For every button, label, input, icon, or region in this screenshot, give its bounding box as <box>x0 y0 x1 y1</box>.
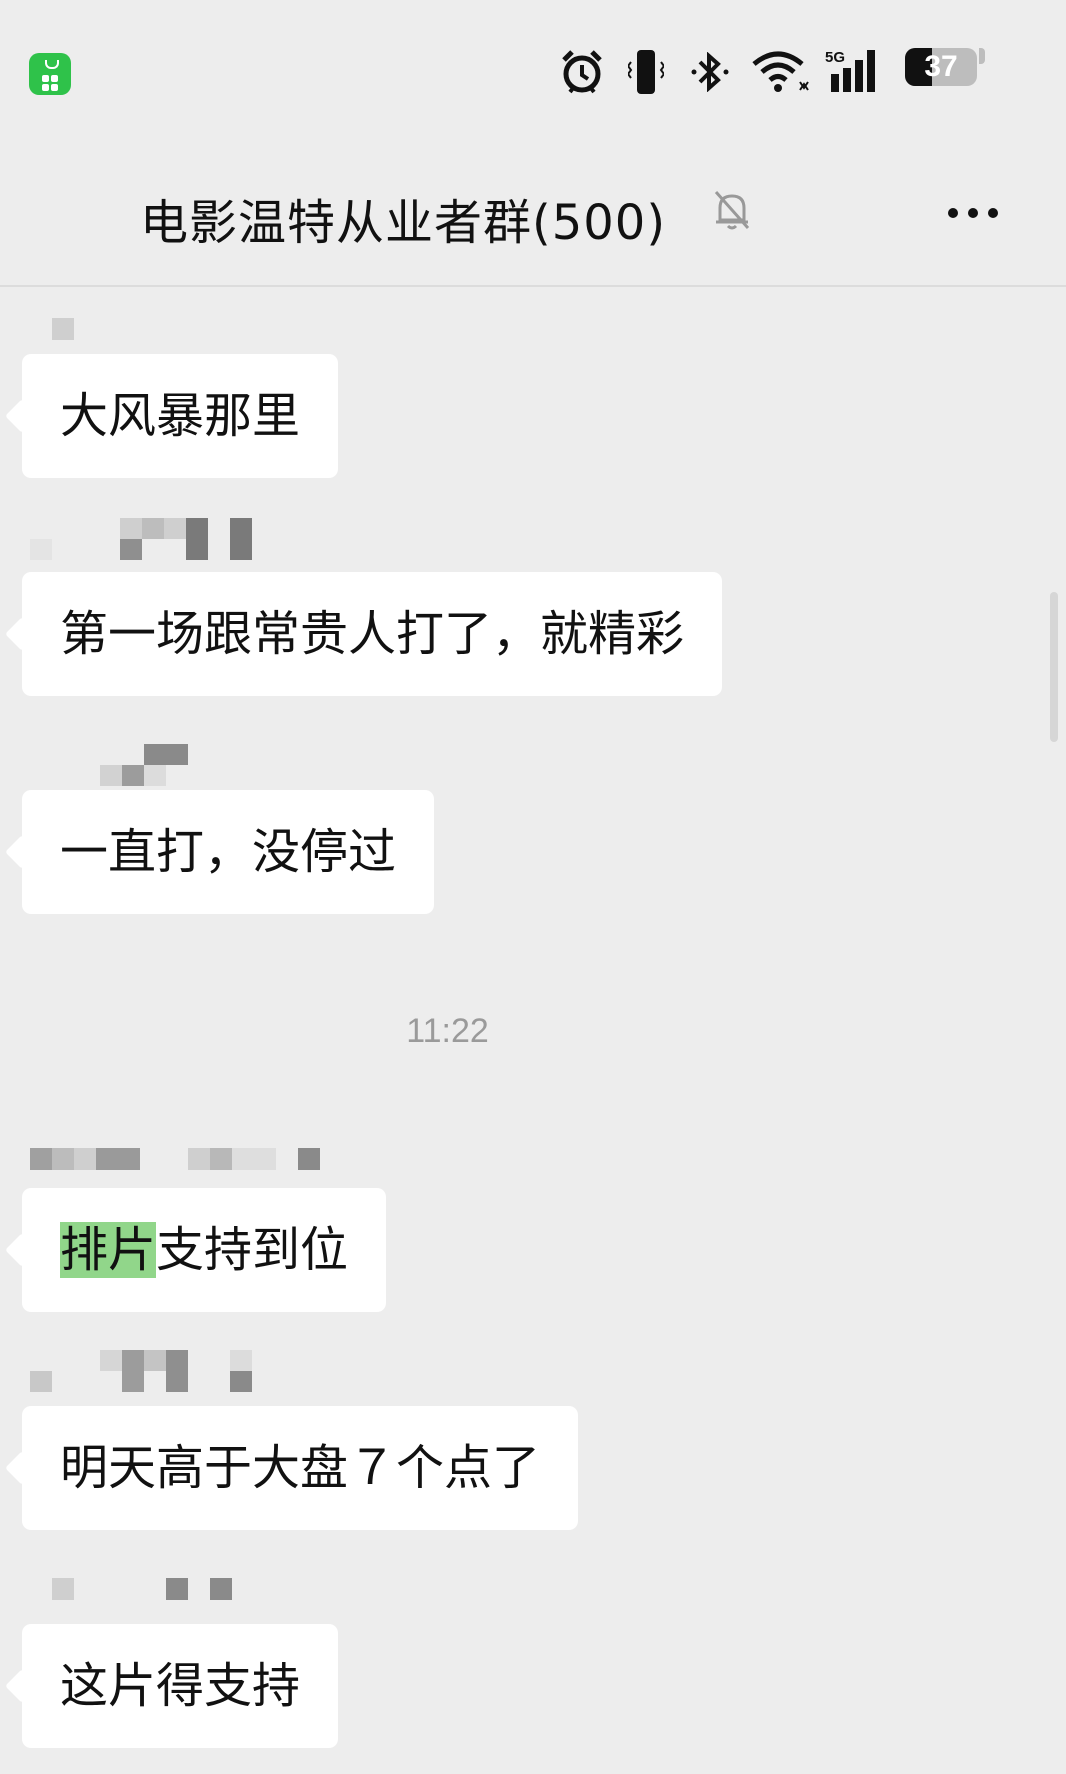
bluetooth-icon <box>690 51 730 96</box>
scrollbar[interactable] <box>1050 592 1058 742</box>
message-bubble[interactable]: 排片支持到位 <box>22 1188 387 1312</box>
more-options-button[interactable] <box>946 198 1006 228</box>
message-text: 第一场跟常贵人打了，就精彩 <box>60 606 685 662</box>
app-icon[interactable] <box>29 53 71 95</box>
message-text: 大风暴那里 <box>60 388 301 444</box>
status-icons: 5G 37 <box>560 48 1000 100</box>
sender-name <box>30 318 80 340</box>
battery-level: 37 <box>924 50 958 83</box>
message-text: 明天高于大盘７个点了 <box>60 1440 541 1496</box>
alarm-icon <box>560 48 604 100</box>
wifi-icon <box>750 50 810 98</box>
chat-title[interactable]: 电影温特从业者群(500) <box>140 183 666 253</box>
message-bubble[interactable]: 第一场跟常贵人打了，就精彩 <box>22 572 723 696</box>
message-bubble[interactable]: 明天高于大盘７个点了 <box>22 1406 579 1530</box>
signal-5g-icon: 5G <box>825 48 883 98</box>
vibrate-icon <box>626 50 666 98</box>
message-list: 大风暴那里 第一场跟常贵人打了，就精彩 一直打，没停过 11:22 排片支持到位 <box>0 290 1066 1774</box>
message-bubble[interactable]: 大风暴那里 <box>22 354 339 478</box>
message-bubble[interactable]: 这片得支持 <box>22 1624 339 1748</box>
message-text: 一直打，没停过 <box>60 824 397 880</box>
chat-header: 电影温特从业者群(500) <box>0 150 1066 287</box>
sender-name <box>30 1350 290 1392</box>
sender-name <box>30 518 270 560</box>
message-text: 支持到位 <box>156 1222 349 1278</box>
network-label: 5G <box>825 49 845 66</box>
timestamp: 11:22 <box>406 1012 489 1050</box>
highlighted-text[interactable]: 排片 <box>60 1222 157 1278</box>
sender-name <box>30 1578 250 1600</box>
sender-name <box>30 1148 350 1170</box>
message-text: 这片得支持 <box>60 1658 301 1714</box>
battery-icon: 37 <box>905 48 977 86</box>
sender-name <box>30 744 210 786</box>
message-bubble[interactable]: 一直打，没停过 <box>22 790 435 914</box>
status-bar: 5G 37 <box>0 0 1066 150</box>
bell-off-icon <box>712 188 752 236</box>
